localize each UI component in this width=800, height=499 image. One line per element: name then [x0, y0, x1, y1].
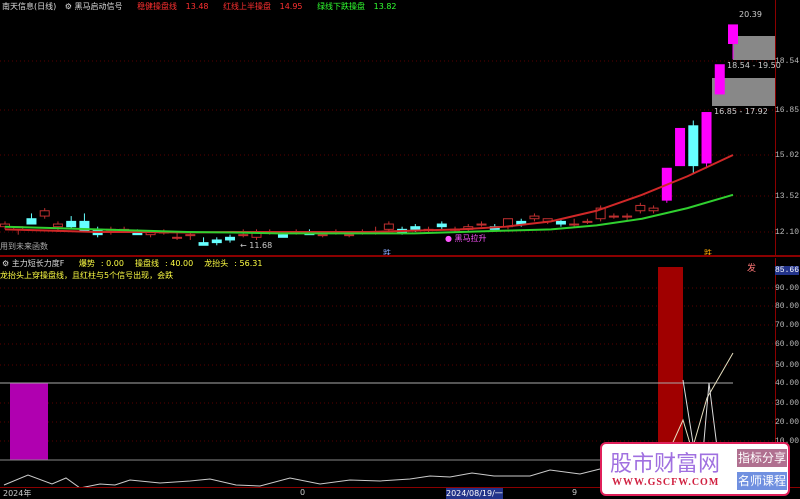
legend-3: 绿线下跌操盘 13.82: [317, 2, 397, 11]
candle: [225, 236, 236, 241]
sub-title-bar: ⚙ 主力短长力度F 爆势: 0.00 操盘线: 40.00 龙抬头: 56.31: [2, 259, 263, 268]
bar-label: 发: [747, 264, 757, 274]
candle: [344, 234, 355, 237]
candle: [383, 223, 394, 230]
candle: [238, 234, 249, 237]
magenta-signal-bar: [10, 383, 48, 460]
candle: [317, 234, 328, 237]
price-axis: 18.54 16.85 15.02 13.52 12.10: [775, 0, 800, 255]
stock-name: 南天信息(日线): [2, 2, 57, 11]
candle: [277, 234, 288, 238]
candle: [26, 218, 37, 225]
resistance-zone-1: [733, 36, 775, 60]
high-label: 20.39: [739, 10, 762, 19]
legend-1: 稳健操盘线 13.48: [137, 2, 209, 11]
red-signal-bar: [658, 267, 683, 460]
main-title-bar: 南天信息(日线) ⚙ 黑马启动信号 稳健操盘线 13.48 红线上半操盘 14.…: [2, 1, 409, 12]
candle: [476, 223, 487, 226]
signal-label: ● 黑马拉升: [445, 234, 487, 243]
price-chart[interactable]: [0, 0, 775, 255]
future-note: 用到未来函数: [0, 242, 48, 251]
zone2-label: 16.85 - 17.92: [714, 107, 768, 116]
candle: [688, 125, 699, 167]
candle: [608, 215, 619, 218]
sub-indicator-name[interactable]: ⚙ 主力短长力度F: [2, 259, 70, 268]
candle: [582, 220, 593, 223]
candle: [728, 24, 738, 44]
candle: [555, 220, 566, 225]
candle: [211, 239, 222, 244]
candle: [185, 234, 196, 237]
candle: [714, 64, 725, 95]
low-label: ← 11.68: [240, 241, 273, 250]
zone1-label: 18.54 - 19.50: [727, 61, 781, 70]
watermark: 股市财富网 WWW.GSCFW.COM 指标分享 名师课程: [600, 442, 790, 496]
candle: [39, 210, 50, 217]
candle: [410, 226, 421, 230]
candle: [529, 215, 540, 220]
legend-2: 红线上半操盘 14.95: [223, 2, 303, 11]
candle: [79, 220, 90, 233]
candle: [648, 207, 659, 212]
indicator-name[interactable]: ⚙ 黑马启动信号: [65, 2, 129, 11]
candle: [569, 223, 580, 226]
candle: [701, 112, 712, 164]
candle: [635, 204, 646, 212]
candle: [66, 220, 77, 228]
candle: [675, 127, 686, 167]
candlestick-plot: [0, 24, 775, 246]
divider: [0, 255, 800, 257]
candle: [52, 223, 63, 228]
sub-description: 龙抬头上穿操盘线，且红柱与5个信号出现，会跌: [0, 271, 174, 280]
candle: [198, 242, 209, 246]
date-cursor: 2024/08/19/一: [446, 488, 503, 499]
candle: [172, 236, 183, 239]
candle: [622, 215, 633, 218]
candle: [436, 223, 447, 228]
